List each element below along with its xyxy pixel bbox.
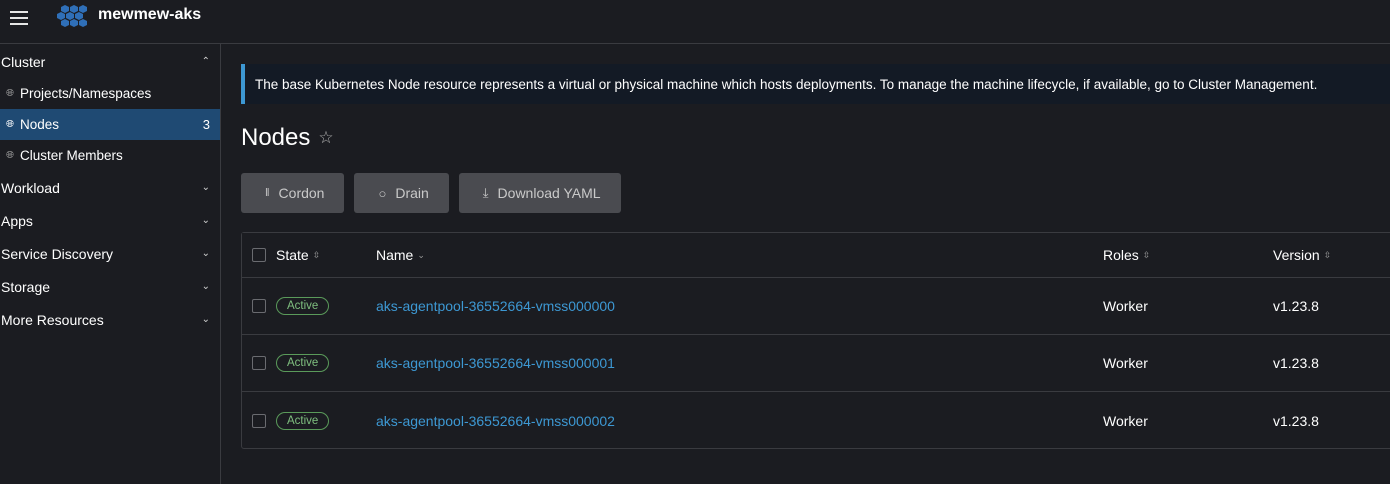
status-badge: Active bbox=[276, 354, 330, 372]
status-badge: Active bbox=[276, 411, 330, 430]
sidebar-nav: Cluster ⌃ 🌐︎ Projects/Namespaces 🌐︎ Node… bbox=[0, 44, 221, 484]
cordon-button[interactable]: ‖ Cordon bbox=[241, 173, 345, 213]
table-row: Active aks-agentpool-36552664-vmss000000… bbox=[242, 278, 1390, 335]
download-icon: ⤓ bbox=[482, 185, 489, 200]
version-column-header[interactable]: Version ⇳ bbox=[1273, 247, 1331, 263]
sidebar-group-label: Workload bbox=[1, 179, 60, 196]
page-title: Nodes ☆ bbox=[241, 124, 334, 152]
circle-icon: ○ bbox=[378, 185, 387, 201]
table-header-row: State ⇳ Name ⌄ Roles ⇳ Version ⇳ bbox=[242, 233, 1390, 278]
info-banner: The base Kubernetes Node resource repres… bbox=[241, 64, 1390, 104]
chevron-down-icon: ⌄ bbox=[201, 182, 210, 193]
select-all-checkbox[interactable] bbox=[252, 248, 266, 262]
sidebar-group-label: Storage bbox=[1, 278, 51, 295]
status-badge: Active bbox=[276, 297, 330, 315]
node-version: v1.23.8 bbox=[1273, 355, 1319, 371]
node-version: v1.23.8 bbox=[1273, 412, 1319, 429]
sidebar-group-service-discovery[interactable]: Service Discovery ⌄ bbox=[0, 237, 220, 270]
name-header-cell: Name ⌄ bbox=[376, 233, 425, 277]
sidebar-group-storage[interactable]: Storage ⌄ bbox=[0, 270, 220, 303]
column-label: Name bbox=[376, 247, 414, 263]
state-header-cell: State ⇳ bbox=[276, 233, 320, 277]
select-all-cell bbox=[252, 233, 266, 277]
sidebar-item-nodes[interactable]: 🌐︎ Nodes 3 bbox=[0, 109, 220, 140]
column-label: Version bbox=[1273, 247, 1320, 263]
node-name-link[interactable]: aks-agentpool-36552664-vmss000000 bbox=[376, 298, 615, 314]
table-row: Active aks-agentpool-36552664-vmss000001… bbox=[242, 335, 1390, 392]
bulk-actions: ‖ Cordon ○ Drain ⤓ Download YAML bbox=[241, 173, 621, 213]
page-title-text: Nodes bbox=[241, 124, 311, 151]
chevron-down-icon: ⌄ bbox=[201, 281, 210, 292]
sort-icon: ⇳ bbox=[312, 249, 321, 260]
sidebar-group-label: More Resources bbox=[1, 311, 104, 328]
cluster-name: mewmew-aks bbox=[98, 6, 202, 23]
pause-icon: ‖ bbox=[265, 187, 270, 199]
node-name-link[interactable]: aks-agentpool-36552664-vmss000001 bbox=[376, 355, 615, 371]
nodes-count: 3 bbox=[202, 117, 210, 132]
sidebar-group-workload[interactable]: Workload ⌄ bbox=[0, 171, 220, 204]
sidebar-item-projects-namespaces[interactable]: 🌐︎ Projects/Namespaces bbox=[0, 78, 220, 109]
drain-button-label: Drain bbox=[395, 185, 429, 201]
name-column-header[interactable]: Name ⌄ bbox=[376, 247, 425, 263]
cluster-logo-icon bbox=[57, 5, 87, 27]
download-yaml-button-label: Download YAML bbox=[497, 185, 601, 201]
node-name-link[interactable]: aks-agentpool-36552664-vmss000002 bbox=[376, 413, 615, 429]
sidebar-item-label: Nodes bbox=[20, 117, 60, 132]
node-roles: Worker bbox=[1103, 298, 1148, 314]
column-label: State bbox=[276, 247, 309, 263]
roles-header-cell: Roles ⇳ bbox=[1103, 233, 1150, 277]
row-checkbox[interactable] bbox=[252, 299, 266, 313]
star-outline-icon[interactable]: ☆ bbox=[318, 128, 333, 148]
globe-icon: 🌐︎ bbox=[6, 88, 14, 99]
sidebar-group-cluster[interactable]: Cluster ⌃ bbox=[0, 45, 220, 78]
sidebar-item-label: Projects/Namespaces bbox=[20, 86, 152, 101]
roles-column-header[interactable]: Roles ⇳ bbox=[1103, 247, 1150, 263]
sidebar-item-label: Cluster Members bbox=[20, 148, 123, 163]
globe-icon: 🌐︎ bbox=[6, 119, 14, 130]
sidebar-item-cluster-members[interactable]: 🌐︎ Cluster Members bbox=[0, 140, 220, 171]
drain-button[interactable]: ○ Drain bbox=[354, 173, 449, 213]
download-yaml-button[interactable]: ⤓ Download YAML bbox=[458, 173, 621, 213]
main-content: The base Kubernetes Node resource repres… bbox=[221, 44, 1390, 484]
state-column-header[interactable]: State ⇳ bbox=[276, 247, 320, 263]
globe-icon: 🌐︎ bbox=[6, 150, 14, 161]
sort-icon: ⇳ bbox=[1142, 249, 1151, 260]
sort-icon: ⇳ bbox=[1323, 249, 1332, 260]
sidebar-group-label: Service Discovery bbox=[1, 245, 114, 262]
sidebar-group-apps[interactable]: Apps ⌄ bbox=[0, 204, 220, 237]
chevron-up-icon: ⌃ bbox=[201, 56, 210, 67]
top-header: mewmew-aks bbox=[0, 0, 1390, 44]
cordon-button-label: Cordon bbox=[278, 185, 325, 201]
node-roles: Worker bbox=[1103, 355, 1148, 371]
chevron-down-icon: ⌄ bbox=[201, 248, 210, 259]
sidebar-group-more-resources[interactable]: More Resources ⌄ bbox=[0, 303, 220, 336]
node-version: v1.23.8 bbox=[1273, 298, 1319, 314]
chevron-down-icon: ⌄ bbox=[201, 314, 210, 325]
sort-down-icon: ⌄ bbox=[417, 249, 425, 260]
hamburger-icon[interactable] bbox=[10, 11, 28, 25]
row-checkbox[interactable] bbox=[252, 413, 266, 428]
chevron-down-icon: ⌄ bbox=[201, 215, 210, 226]
table-row: Active aks-agentpool-36552664-vmss000002… bbox=[242, 392, 1390, 449]
sidebar-group-label: Cluster bbox=[1, 53, 46, 70]
nodes-table: State ⇳ Name ⌄ Roles ⇳ Version ⇳ Active … bbox=[241, 232, 1390, 449]
version-header-cell: Version ⇳ bbox=[1273, 233, 1331, 277]
sidebar-group-label: Apps bbox=[1, 212, 33, 229]
row-checkbox[interactable] bbox=[252, 356, 266, 370]
node-roles: Worker bbox=[1103, 412, 1148, 429]
column-label: Roles bbox=[1103, 247, 1139, 263]
